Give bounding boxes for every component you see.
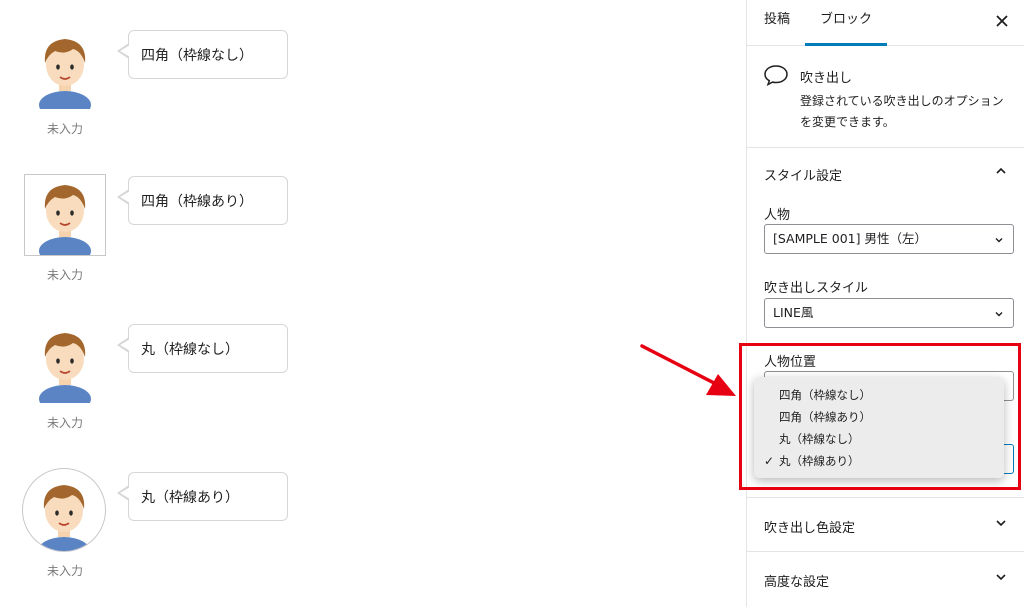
panel-title: スタイル設定 bbox=[764, 169, 843, 184]
boy-avatar-icon bbox=[38, 485, 90, 551]
panel-title: 吹き出し色設定 bbox=[764, 521, 856, 536]
block-title: 吹き出し bbox=[800, 71, 853, 86]
block-description: 登録されている吹き出しのオプションを変更できます。 bbox=[800, 94, 1004, 129]
bubble-text: 四角（枠線なし） bbox=[141, 47, 253, 64]
balloon-block[interactable]: 未入力 丸（枠線あり） bbox=[22, 468, 322, 588]
bubble-text: 丸（枠線あり） bbox=[141, 489, 239, 506]
panel-title: 高度な設定 bbox=[764, 575, 830, 590]
avatar-name: 未入力 bbox=[46, 564, 83, 578]
close-icon bbox=[996, 15, 1008, 27]
bubble-text: 丸（枠線なし） bbox=[141, 341, 239, 358]
boy-avatar-icon bbox=[39, 185, 91, 255]
chevron-down-icon bbox=[995, 312, 1003, 317]
tab-post[interactable]: 投稿 bbox=[764, 0, 790, 46]
red-arrow-icon bbox=[640, 344, 736, 396]
avatar bbox=[22, 26, 108, 112]
bubble-text: 四角（枠線あり） bbox=[141, 193, 253, 210]
divider bbox=[747, 551, 1024, 552]
chevron-down-icon bbox=[996, 574, 1006, 581]
speech-bubble-icon bbox=[764, 65, 788, 87]
boy-avatar-icon bbox=[39, 39, 91, 109]
chevron-down-icon bbox=[995, 238, 1003, 243]
balloon-block[interactable]: 未入力 四角（枠線なし） bbox=[22, 26, 322, 146]
person-label: 人物 bbox=[764, 208, 791, 223]
chevron-up-icon bbox=[996, 167, 1006, 174]
avatar bbox=[22, 320, 108, 406]
boy-avatar-icon bbox=[39, 333, 91, 403]
balloon-block[interactable]: 未入力 丸（枠線なし） bbox=[22, 320, 322, 440]
speech-bubble[interactable]: 丸（枠線あり） bbox=[117, 472, 288, 521]
divider bbox=[747, 497, 1024, 498]
chevron-down-icon bbox=[996, 520, 1006, 527]
style-settings-panel-toggle[interactable]: スタイル設定 bbox=[747, 150, 1024, 196]
close-button[interactable] bbox=[991, 10, 1013, 32]
highlight-frame bbox=[739, 343, 1021, 490]
tab-block-label: ブロック bbox=[819, 12, 872, 27]
speech-bubble[interactable]: 四角（枠線なし） bbox=[117, 30, 288, 79]
person-select-value: [SAMPLE 001] 男性（左） bbox=[773, 231, 927, 246]
editor-canvas: 未入力 四角（枠線なし） 未入力 四角（枠線あり） 未入力 丸（枠線なし） 未入… bbox=[0, 0, 746, 607]
avatar-name: 未入力 bbox=[46, 122, 83, 136]
balloon-style-select[interactable]: LINE風 bbox=[764, 298, 1014, 328]
tab-block[interactable]: ブロック bbox=[805, 0, 887, 46]
settings-sidebar: 投稿 ブロック 吹き出し 登録されている吹き出しのオプションを変更できます。 ス… bbox=[746, 0, 1024, 607]
avatar-name: 未入力 bbox=[46, 268, 83, 282]
speech-bubble[interactable]: 丸（枠線なし） bbox=[117, 324, 288, 373]
avatar bbox=[24, 174, 106, 256]
avatar-name: 未入力 bbox=[46, 416, 83, 430]
person-select[interactable]: [SAMPLE 001] 男性（左） bbox=[764, 224, 1014, 254]
balloon-style-select-value: LINE風 bbox=[773, 305, 814, 320]
sidebar-tabs: 投稿 ブロック bbox=[747, 0, 1024, 46]
balloon-style-label: 吹き出しスタイル bbox=[764, 281, 869, 296]
balloon-color-panel-toggle[interactable]: 吹き出し色設定 bbox=[747, 502, 1024, 548]
avatar bbox=[22, 468, 106, 552]
advanced-panel-toggle[interactable]: 高度な設定 bbox=[747, 556, 1024, 602]
block-card: 吹き出し 登録されている吹き出しのオプションを変更できます。 bbox=[747, 47, 1024, 148]
active-tab-indicator bbox=[805, 43, 887, 46]
balloon-block[interactable]: 未入力 四角（枠線あり） bbox=[22, 172, 322, 292]
speech-bubble[interactable]: 四角（枠線あり） bbox=[117, 176, 288, 225]
